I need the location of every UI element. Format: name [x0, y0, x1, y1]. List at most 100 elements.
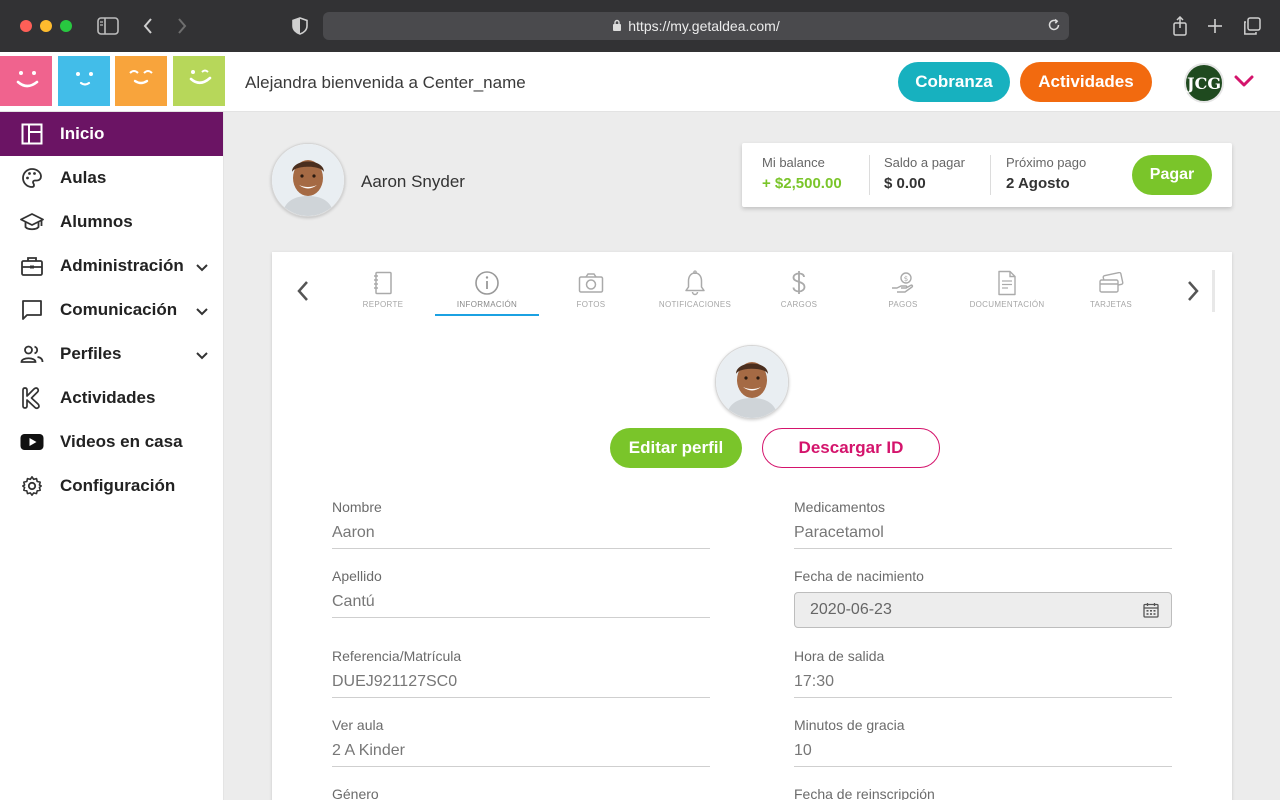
tab-label: NOTIFICACIONES — [658, 300, 732, 309]
divider — [869, 155, 870, 195]
chevron-down-icon[interactable] — [195, 258, 209, 278]
pagar-button[interactable]: Pagar — [1132, 155, 1212, 195]
referencia-input[interactable]: DUEJ921127SC0 — [332, 673, 710, 698]
sidebar-item-configuracion[interactable]: Configuración — [0, 464, 223, 508]
tab-label: REPORTE — [362, 300, 404, 309]
mi-balance-label: Mi balance — [762, 155, 825, 170]
sidebar-item-videos-en-casa[interactable]: Videos en casa — [0, 420, 223, 464]
sidebar: Inicio Aulas Alumnos Administración Comu… — [0, 112, 224, 800]
new-tab-icon[interactable] — [1203, 14, 1227, 38]
tab-cargos[interactable]: CARGOS — [747, 270, 851, 316]
sidebar-item-aulas[interactable]: Aulas — [0, 156, 223, 200]
palette-icon — [20, 166, 44, 190]
student-avatar — [271, 143, 345, 217]
student-detail-card: REPORTE INFORMACIÓN FOTOS NOTIFICACIONES… — [272, 252, 1232, 800]
tab-label: TARJETAS — [1089, 300, 1133, 309]
minutos-gracia-input[interactable]: 10 — [794, 742, 1172, 767]
forward-icon[interactable] — [170, 14, 194, 38]
apellido-input[interactable]: Cantú — [332, 593, 710, 618]
field-minutos-gracia: Minutos de gracia 10 — [794, 717, 1172, 767]
close-window-button[interactable] — [20, 20, 32, 32]
sidebar-item-label: Alumnos — [60, 212, 133, 231]
tab-pagos[interactable]: $ PAGOS — [851, 270, 955, 316]
tab-informacion[interactable]: INFORMACIÓN — [435, 270, 539, 316]
sidebar-item-perfiles[interactable]: Perfiles — [0, 332, 223, 376]
chevron-right-icon[interactable] — [1186, 280, 1200, 307]
youtube-icon — [20, 430, 44, 454]
sidebar-item-label: Configuración — [60, 476, 176, 495]
tab-tarjetas[interactable]: TARJETAS — [1059, 270, 1163, 316]
fecha-nacimiento-input[interactable]: 2020-06-23 — [794, 592, 1172, 628]
sidebar-item-label: Perfiles — [60, 344, 122, 363]
field-label: Apellido — [332, 568, 382, 584]
tab-documentacion[interactable]: DOCUMENTACIÓN — [955, 270, 1059, 316]
sidebar-item-comunicacion[interactable]: Comunicación — [0, 288, 223, 332]
sidebar-item-administracion[interactable]: Administración — [0, 244, 223, 288]
svg-text:$: $ — [904, 275, 908, 283]
logo-tile-blue — [57, 56, 110, 106]
cobranza-button[interactable]: Cobranza — [898, 62, 1010, 102]
sidebar-item-alumnos[interactable]: Alumnos — [0, 200, 223, 244]
url-text: https://my.getaldea.com/ — [628, 18, 780, 34]
field-fecha-nacimiento: Fecha de nacimiento 2020-06-23 — [794, 568, 1172, 628]
sidebar-item-inicio[interactable]: Inicio — [0, 112, 223, 156]
lock-icon — [612, 18, 622, 34]
chevron-left-icon[interactable] — [296, 280, 310, 307]
tab-label: CARGOS — [780, 300, 818, 309]
saldo-label: Saldo a pagar — [884, 155, 965, 170]
chevron-down-icon[interactable] — [195, 346, 209, 366]
field-label: Fecha de nacimiento — [794, 568, 924, 584]
medicamentos-input[interactable]: Paracetamol — [794, 524, 1172, 549]
back-icon[interactable] — [136, 14, 160, 38]
tab-reporte[interactable]: REPORTE — [331, 270, 435, 316]
minimize-window-button[interactable] — [40, 20, 52, 32]
sidebar-item-label: Actividades — [60, 388, 156, 407]
tab-label: PAGOS — [888, 300, 918, 309]
graduation-cap-icon — [20, 210, 44, 234]
profile-photo — [715, 345, 789, 419]
editar-perfil-button[interactable]: Editar perfil — [610, 428, 742, 468]
chevron-down-icon[interactable] — [195, 302, 209, 322]
proximo-pago-label: Próximo pago — [1006, 155, 1087, 170]
logo-tile-green — [172, 56, 225, 106]
field-label: Referencia/Matrícula — [332, 648, 462, 664]
zoom-window-button[interactable] — [60, 20, 72, 32]
tab-fotos[interactable]: FOTOS — [539, 270, 643, 316]
actividades-button[interactable]: Actividades — [1020, 62, 1152, 102]
nombre-input[interactable]: Aaron — [332, 524, 710, 549]
chevron-down-icon[interactable] — [1234, 74, 1254, 93]
aula-input[interactable]: 2 A Kinder — [332, 742, 710, 767]
sidebar-item-actividades[interactable]: Actividades — [0, 376, 223, 420]
sidebar-item-label: Aulas — [60, 168, 107, 187]
tab-overview-icon[interactable] — [1240, 14, 1264, 38]
tab-label: FOTOS — [576, 300, 606, 309]
field-label: Hora de salida — [794, 648, 885, 664]
logo-tile-orange — [115, 56, 167, 106]
privacy-shield-icon[interactable] — [288, 14, 312, 38]
reload-icon[interactable] — [1047, 18, 1061, 37]
hora-salida-input[interactable]: 17:30 — [794, 673, 1172, 698]
tab-scroll-edge — [1212, 270, 1215, 312]
sidebar-item-label: Administración — [60, 256, 184, 275]
mi-balance-value: + $2,500.00 — [762, 175, 842, 192]
camera-icon — [539, 270, 643, 296]
sidebar-toggle-icon[interactable] — [96, 14, 120, 38]
aldea-logo[interactable] — [0, 56, 225, 108]
tab-label: INFORMACIÓN — [456, 300, 518, 309]
cards-icon — [1059, 270, 1163, 296]
bell-icon — [643, 270, 747, 296]
tab-notificaciones[interactable]: NOTIFICACIONES — [643, 270, 747, 316]
field-label: Fecha de reinscripción — [794, 786, 935, 800]
address-bar[interactable]: https://my.getaldea.com/ — [323, 12, 1069, 40]
field-aula: Ver aula 2 A Kinder — [332, 717, 710, 767]
app-header: Alejandra bienvenida a Center_name Cobra… — [0, 52, 1280, 112]
info-icon — [435, 270, 539, 296]
descargar-id-button[interactable]: Descargar ID — [762, 428, 940, 468]
balance-card: Mi balance + $2,500.00 Saldo a pagar $ 0… — [742, 143, 1232, 207]
sidebar-item-label: Inicio — [60, 124, 105, 143]
calendar-icon[interactable] — [1143, 602, 1159, 623]
user-avatar[interactable]: JCG — [1184, 63, 1224, 103]
field-genero: Género — [332, 786, 710, 800]
share-icon[interactable] — [1168, 14, 1192, 38]
document-icon — [955, 270, 1059, 296]
